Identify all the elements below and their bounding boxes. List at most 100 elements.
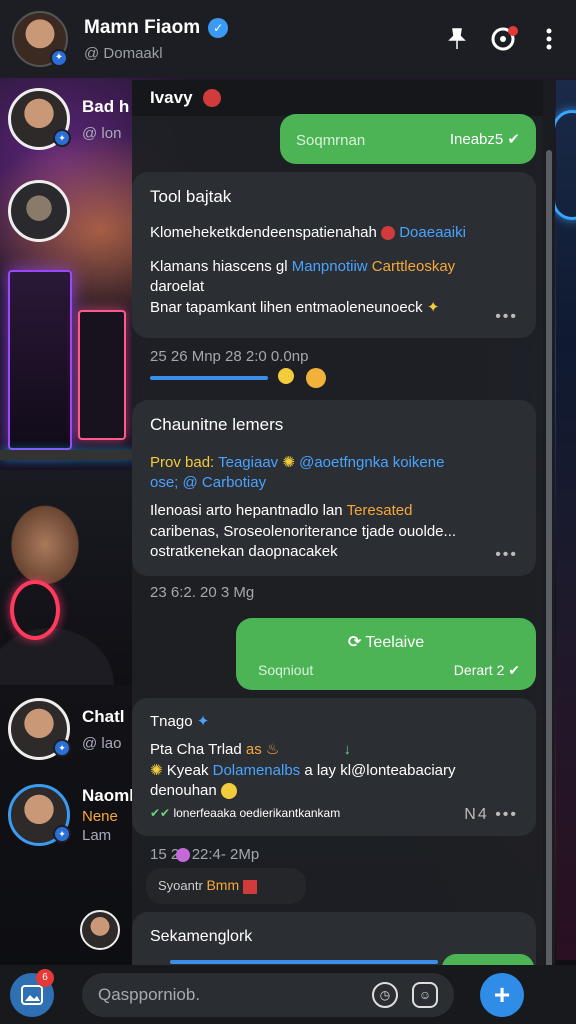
- message-title: Chaunitne lemers: [150, 415, 284, 434]
- message-text: lonerfeaaka oedierikantkankam: [173, 806, 341, 820]
- message-title: Teelaive: [365, 634, 425, 651]
- more-icon[interactable]: N4 •••: [464, 804, 518, 826]
- chat-list-item[interactable]: ✦ Chatl @ lao: [8, 698, 125, 760]
- chat-handle: Lam: [82, 827, 112, 844]
- emoji-icon: [306, 368, 326, 388]
- message-highlight: Carttleoskay: [371, 258, 456, 276]
- reaction-label: Syoantr: [158, 878, 203, 893]
- chat-list-item[interactable]: ✦ Bad h @ lon: [8, 88, 129, 150]
- avatar: [80, 910, 120, 950]
- message-timestamp: 23 6:2. 20 3 Mg: [150, 584, 255, 601]
- emoji-icon: ✺: [282, 453, 295, 471]
- message-time: Ineabz5: [449, 131, 504, 148]
- pin-icon: [448, 28, 466, 49]
- emoji-icon: ✔✔: [150, 806, 171, 820]
- message-title: Sekamenglork: [150, 928, 253, 945]
- message-text: Klamans hiascens gl: [150, 258, 288, 276]
- emoji-icon: ↓: [343, 741, 352, 759]
- avatar: ✦: [8, 88, 71, 150]
- clock-icon[interactable]: ◷: [372, 981, 398, 1008]
- status-icon: ✦: [53, 129, 71, 147]
- incoming-message[interactable]: Tool bajtak Klomeheketkdendeenspatienaha…: [132, 172, 536, 338]
- pin-button[interactable]: [442, 24, 472, 54]
- message-link[interactable]: Manpnotiiw: [292, 258, 368, 275]
- chat-list-item[interactable]: [80, 910, 120, 950]
- composer-bar: 6 Qaspporniob. ◷ ☺ +: [0, 965, 576, 1024]
- message-text: a lay: [304, 761, 337, 779]
- message-text: caribenas, Sroseolenoriterance tjade ouo…: [150, 522, 457, 540]
- emoji-icon: [381, 225, 396, 240]
- media-progress-bar[interactable]: [150, 376, 268, 380]
- message-input[interactable]: Qaspporniob. ◷ ☺: [82, 972, 454, 1017]
- message-sender: Soqmrnan: [296, 132, 366, 149]
- message-link[interactable]: ose; @ Carbotiay: [150, 473, 518, 493]
- message-link[interactable]: Dolamenalbs: [213, 762, 301, 779]
- emoji-icon: ♨: [265, 741, 280, 759]
- profile-name-row: Mamn Fiaom ✓: [84, 17, 426, 39]
- chat-name: Chatl: [82, 706, 125, 726]
- chat-list-item[interactable]: ✦ Naoml Nene Lam: [8, 784, 134, 846]
- status-icon: ✦: [50, 49, 68, 67]
- message-text: Kyeak: [166, 761, 209, 779]
- message-link[interactable]: @aoetfngnka koikene: [299, 454, 444, 471]
- incoming-message[interactable]: Tnago ✦ Pta Cha Trlad as ♨ ↓ ✺ Kyeak Dol…: [132, 698, 536, 836]
- message-text: Ilenoasi arto hepantnadlo lan: [150, 502, 343, 520]
- avatar: ✦: [8, 698, 71, 760]
- read-check-icon: ✔: [507, 131, 520, 148]
- incoming-message[interactable]: Chaunitne lemers Prov bad: Teagiaav ✺ @a…: [132, 400, 536, 576]
- profile-avatar[interactable]: ✦: [12, 11, 68, 67]
- attachments-button[interactable]: 6: [10, 968, 54, 1017]
- status-icon: ✦: [53, 739, 71, 757]
- chat-list-item[interactable]: [8, 180, 70, 242]
- kebab-icon: [546, 28, 552, 50]
- reaction-chip[interactable]: Syoantr Bmm: [146, 868, 306, 904]
- message-sender: Soqniout: [258, 662, 314, 679]
- message-text: denouhan: [150, 781, 217, 799]
- reaction-value: Bmm: [206, 877, 240, 893]
- media-progress-bar[interactable]: [170, 960, 438, 964]
- link-icon: ⟳: [347, 634, 362, 651]
- message-text: daroelat: [150, 278, 205, 296]
- outgoing-message[interactable]: ⟳ Teelaive Soqniout Derart 2 ✔: [236, 618, 536, 690]
- emoji-icon: [220, 782, 237, 799]
- chat-name: Naoml: [82, 786, 134, 805]
- message-placeholder: Qaspporniob.: [98, 984, 201, 1004]
- message-title: Tool bajtak: [150, 187, 232, 206]
- more-icon[interactable]: •••: [495, 544, 518, 566]
- emoji-icon: [278, 368, 294, 384]
- gallery-icon: [21, 984, 43, 1005]
- chat-name: Bad h: [82, 96, 130, 116]
- outgoing-message-preview[interactable]: [442, 954, 534, 965]
- notification-button[interactable]: [488, 24, 518, 54]
- message-timestamp: 25 26 Mnp 28 2:0 0.0np: [150, 348, 309, 365]
- emoji-icon: [176, 848, 190, 862]
- outgoing-message[interactable]: Soqmrnan Ineabz5 ✔: [280, 114, 536, 164]
- verified-icon: ✦: [196, 713, 210, 730]
- sticker-icon: [242, 879, 257, 894]
- more-options-button[interactable]: [534, 24, 564, 54]
- sticker-icon[interactable]: ☺: [412, 981, 438, 1008]
- panel-header: Ivavy: [132, 80, 544, 116]
- scrollbar[interactable]: [543, 80, 555, 1010]
- panel-title: Ivavy: [150, 88, 193, 107]
- chat-list: ✦ Bad h @ lon ✦ Chatl @ lao ✦ Naoml Nene…: [0, 78, 140, 958]
- scroll-thumb[interactable]: [546, 150, 552, 1010]
- message-highlight: Prov bad:: [150, 453, 215, 471]
- message-text: Klomeheketkdendeenspatienahah: [150, 223, 377, 241]
- message-link[interactable]: Teagiaav: [218, 454, 278, 471]
- profile-handle: @ Domaakl: [84, 44, 163, 62]
- alert-icon: [202, 89, 221, 107]
- chat-handle: @ lon: [82, 124, 122, 142]
- emoji-icon: ✺: [150, 761, 163, 779]
- message-highlight: as: [245, 741, 262, 759]
- chat-preview: Nene: [82, 808, 118, 825]
- top-bar: ✦ Mamn Fiaom ✓ @ Domaakl: [0, 0, 576, 78]
- message-title: Tnago: [150, 713, 193, 730]
- attachment-badge: 6: [36, 968, 54, 987]
- message-link[interactable]: Doaeaaiki: [399, 224, 466, 241]
- read-check-icon: ✔: [508, 662, 520, 679]
- message-text: Pta Cha Trlad: [150, 741, 242, 759]
- profile-info[interactable]: Mamn Fiaom ✓ @ Domaakl: [84, 17, 426, 62]
- add-button[interactable]: +: [480, 972, 524, 1017]
- more-icon[interactable]: •••: [495, 306, 518, 328]
